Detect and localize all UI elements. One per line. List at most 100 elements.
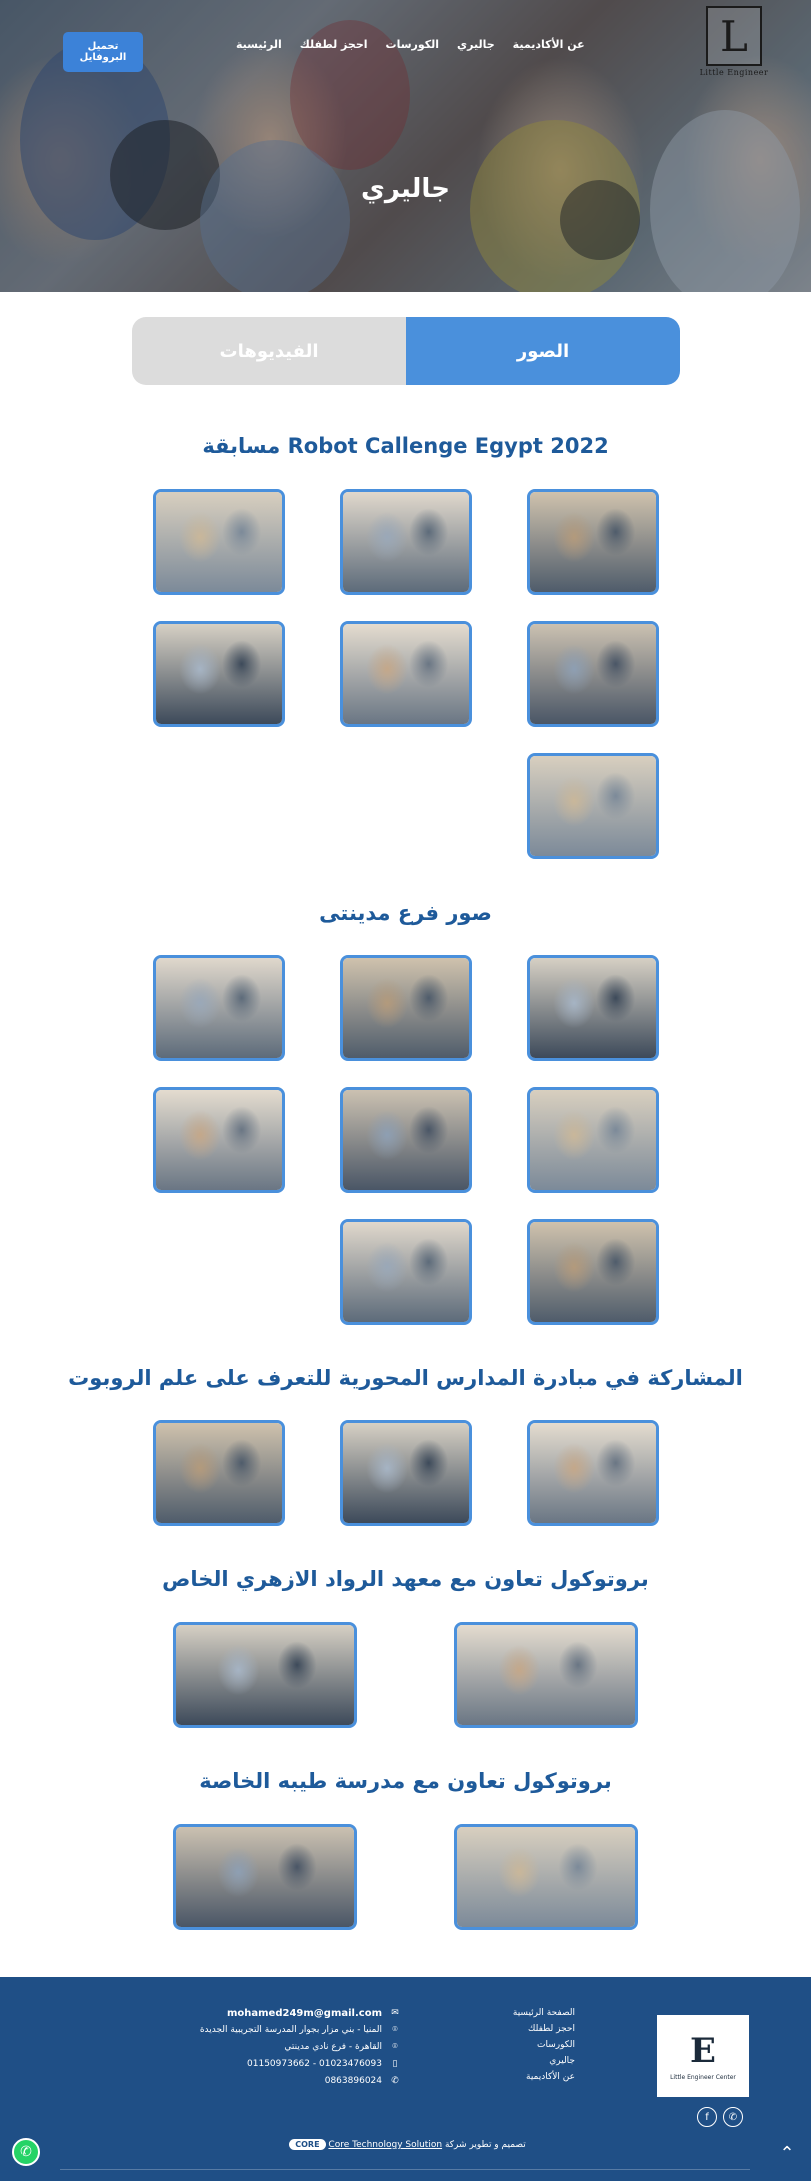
chevron-up-icon: ⌃ bbox=[779, 2142, 795, 2164]
photo-image bbox=[457, 1827, 635, 1927]
contact-mobile-row[interactable]: ▯ 01023476093 - 01150973662 bbox=[200, 2058, 401, 2071]
gallery-photo[interactable] bbox=[454, 1824, 638, 1930]
footer-link-about[interactable]: عن الأكاديمية bbox=[513, 2071, 575, 2084]
credit-brand-logo: CORE bbox=[289, 2139, 326, 2150]
photo-image bbox=[156, 492, 282, 592]
photo-image bbox=[156, 1423, 282, 1523]
gallery-photo[interactable] bbox=[527, 489, 659, 595]
photo-image bbox=[457, 1625, 635, 1725]
photo-image bbox=[343, 958, 469, 1058]
nav-courses[interactable]: الكورسات bbox=[386, 38, 440, 51]
whatsapp-icon[interactable]: ✆ bbox=[723, 2107, 743, 2127]
logo-mark: L bbox=[706, 6, 762, 66]
gallery-photo[interactable] bbox=[454, 1622, 638, 1728]
whatsapp-icon: ✆ bbox=[20, 2144, 32, 2160]
section-title-schools-initiative: المشاركة في مبادرة المدارس المحورية للتع… bbox=[68, 1366, 743, 1390]
photo-image bbox=[343, 624, 469, 724]
gallery-photo[interactable] bbox=[340, 621, 472, 727]
photo-image bbox=[343, 1222, 469, 1322]
gallery-photo[interactable] bbox=[340, 1219, 472, 1325]
footer-link-home[interactable]: الصفحة الرئيسية bbox=[513, 2007, 575, 2020]
phone-icon: ✆ bbox=[391, 2076, 399, 2086]
gallery-photo[interactable] bbox=[153, 1420, 285, 1526]
footer-link-book[interactable]: احجز لطفلك bbox=[513, 2023, 575, 2036]
site-logo[interactable]: L Little Engineer bbox=[695, 6, 773, 82]
logo-text: Little Engineer bbox=[699, 68, 769, 77]
credit-by: شركة bbox=[444, 2140, 467, 2150]
gallery-photo[interactable] bbox=[340, 489, 472, 595]
footer-link-gallery[interactable]: جاليري bbox=[513, 2055, 575, 2068]
contact-address-cairo: ⌾ القاهرة - فرع نادي مدينتي bbox=[200, 2041, 401, 2054]
site-footer: E Little Engineer Center f ✆ الصفحة الرئ… bbox=[0, 1977, 811, 2181]
gallery-photo[interactable] bbox=[527, 621, 659, 727]
photo-image bbox=[530, 1090, 656, 1190]
download-profile-button[interactable]: تحميل البروفايل bbox=[63, 32, 143, 72]
photo-image bbox=[530, 958, 656, 1058]
footer-social: f ✆ bbox=[697, 2107, 743, 2127]
gallery-photo[interactable] bbox=[153, 1087, 285, 1193]
section-title-madinaty: صور فرع مدينتى bbox=[319, 901, 492, 925]
envelope-icon: ✉ bbox=[391, 2008, 399, 2018]
hero-banner: L Little Engineer الرئيسية احجز لطفلك ال… bbox=[0, 0, 811, 292]
facebook-icon[interactable]: f bbox=[697, 2107, 717, 2127]
footer-links: الصفحة الرئيسية احجز لطفلك الكورسات جالي… bbox=[513, 2007, 575, 2084]
page-title: جاليري bbox=[361, 174, 450, 204]
contact-address-1: المنيا - بني مزار بجوار المدرسة التجريبي… bbox=[199, 2025, 382, 2035]
photo-image bbox=[530, 1222, 656, 1322]
photo-image bbox=[343, 492, 469, 592]
photo-image bbox=[176, 1625, 354, 1725]
gallery-photo[interactable] bbox=[527, 753, 659, 859]
footer-logo-text: Little Engineer Center bbox=[670, 2073, 736, 2081]
gallery-photo[interactable] bbox=[527, 1219, 659, 1325]
credit-company-link[interactable]: Core Technology Solution bbox=[328, 2140, 442, 2150]
footer-logo-mark: E bbox=[690, 2030, 716, 2071]
gallery-photo[interactable] bbox=[173, 1622, 357, 1728]
photo-image bbox=[156, 624, 282, 724]
gallery-photo[interactable] bbox=[153, 489, 285, 595]
contact-mobile: 01023476093 - 01150973662 bbox=[247, 2059, 382, 2069]
gallery-photo[interactable] bbox=[340, 955, 472, 1061]
location-pin-icon: ⌾ bbox=[392, 2025, 398, 2035]
tab-photos[interactable]: الصور bbox=[406, 317, 680, 385]
contact-phone: 0863896024 bbox=[324, 2076, 382, 2086]
photo-image bbox=[530, 756, 656, 856]
nav-about[interactable]: عن الأكاديمية bbox=[513, 38, 585, 51]
photo-image bbox=[530, 624, 656, 724]
gallery-photo[interactable] bbox=[527, 1420, 659, 1526]
tab-videos[interactable]: الفيديوهات bbox=[132, 317, 406, 385]
contact-address-minya: ⌾ المنيا - بني مزار بجوار المدرسة التجري… bbox=[200, 2024, 401, 2037]
gallery-photo[interactable] bbox=[153, 955, 285, 1061]
contact-email: mohamed249m@gmail.com bbox=[226, 2008, 382, 2019]
mobile-phone-icon: ▯ bbox=[392, 2059, 398, 2069]
nav-home[interactable]: الرئيسية bbox=[236, 38, 282, 51]
gallery-photo[interactable] bbox=[153, 621, 285, 727]
gallery-photo[interactable] bbox=[527, 955, 659, 1061]
contact-address-2: القاهرة - فرع نادي مدينتي bbox=[284, 2042, 382, 2052]
gallery-photo[interactable] bbox=[340, 1420, 472, 1526]
footer-divider bbox=[60, 2169, 750, 2170]
location-pin-icon: ⌾ bbox=[392, 2042, 398, 2052]
footer-contact: ✉ mohamed249m@gmail.com ⌾ المنيا - بني م… bbox=[200, 2007, 401, 2088]
gallery-photo[interactable] bbox=[527, 1087, 659, 1193]
gallery-photo[interactable] bbox=[340, 1087, 472, 1193]
contact-phone-row[interactable]: ✆ 0863896024 bbox=[200, 2075, 401, 2088]
photo-image bbox=[156, 1090, 282, 1190]
whatsapp-float-button[interactable]: ✆ bbox=[12, 2138, 40, 2166]
gallery-tabs: الفيديوهات الصور bbox=[132, 317, 680, 385]
contact-email-row[interactable]: ✉ mohamed249m@gmail.com bbox=[200, 2007, 401, 2020]
scroll-top-button[interactable]: ⌃ bbox=[777, 2142, 797, 2164]
photo-image bbox=[343, 1090, 469, 1190]
photo-image bbox=[343, 1423, 469, 1523]
footer-logo[interactable]: E Little Engineer Center bbox=[657, 2015, 749, 2097]
footer-link-courses[interactable]: الكورسات bbox=[513, 2039, 575, 2052]
credit-prefix: تصميم و تطوير bbox=[469, 2140, 526, 2150]
section-title-robot-challenge: مسابقة Robot Callenge Egypt 2022 bbox=[202, 434, 609, 458]
nav-gallery[interactable]: جاليري bbox=[457, 38, 495, 51]
section-title-rowad-protocol: بروتوكول تعاون مع معهد الرواد الازهري ال… bbox=[162, 1567, 649, 1591]
photo-image bbox=[530, 1423, 656, 1523]
gallery-photo[interactable] bbox=[173, 1824, 357, 1930]
main-nav: الرئيسية احجز لطفلك الكورسات جاليري عن ا… bbox=[236, 38, 585, 51]
nav-book[interactable]: احجز لطفلك bbox=[300, 38, 368, 51]
photo-image bbox=[156, 958, 282, 1058]
footer-credit: تصميم و تطوير شركة Core Technology Solut… bbox=[0, 2139, 811, 2150]
